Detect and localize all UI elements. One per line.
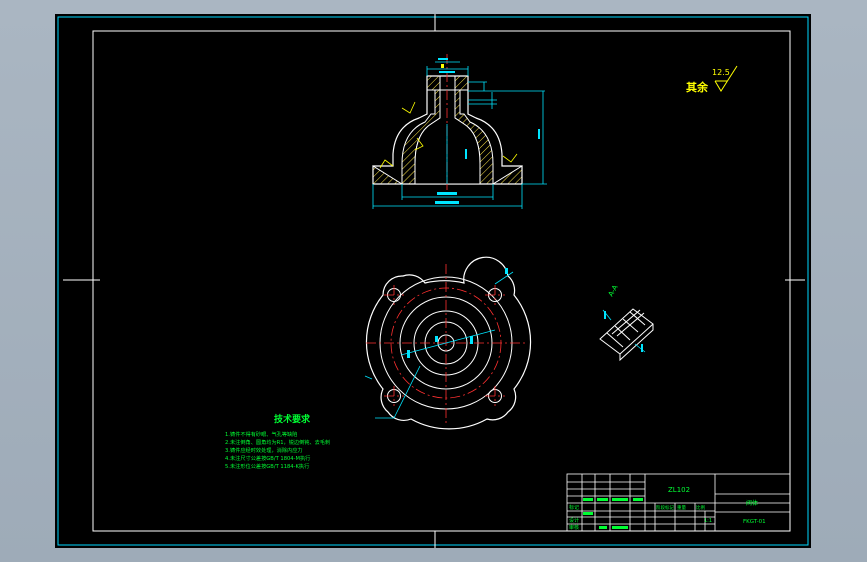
- notes-line-2: 2.未注倒角、圆角均为R1，锐边倒钝、去毛刺: [225, 438, 330, 446]
- notes-title: 技术要求: [274, 413, 311, 425]
- roughness-symbol: 其余 12.5: [686, 65, 738, 94]
- drawing-number: FKGT-01: [743, 519, 766, 525]
- notes-line-4: 4.未注尺寸公差按GB/T 1804-M执行: [225, 454, 310, 462]
- notes-line-3: 3.铸件应经时效处理，消除内应力: [225, 446, 303, 454]
- mid-label-weight: 重量: [677, 504, 686, 511]
- material-label: ZL102: [668, 486, 690, 494]
- roughness-label: 其余: [686, 80, 709, 94]
- section-detail-view[interactable]: A-A: [599, 284, 654, 362]
- roughness-value: 12.5: [712, 68, 730, 77]
- front-section-view[interactable]: [372, 54, 547, 209]
- drawing-canvas[interactable]: A-A 其余 12.5 技术要求 1.铸件不得有砂眼、气孔等缺陷 2.未注倒角、…: [55, 14, 811, 548]
- technical-notes: 技术要求 1.铸件不得有砂眼、气孔等缺陷 2.未注倒角、圆角均为R1，锐边倒钝、…: [225, 413, 330, 470]
- section-label: A-A: [607, 284, 620, 298]
- top-view[interactable]: [364, 256, 532, 430]
- mid-label-stage: 阶段标记: [656, 504, 674, 511]
- row-label-design: 设计: [569, 517, 579, 524]
- notes-line-5: 5.未注形位公差按GB/T 1184-K执行: [225, 462, 309, 470]
- mid-label-scale: 比例: [696, 504, 705, 511]
- scale-value: 1:1: [704, 518, 712, 524]
- cad-model-space[interactable]: A-A 其余 12.5 技术要求 1.铸件不得有砂眼、气孔等缺陷 2.未注倒角、…: [55, 14, 811, 548]
- notes-line-1: 1.铸件不得有砂眼、气孔等缺陷: [225, 430, 297, 438]
- row-label-mark: 标记: [569, 504, 579, 511]
- row-label-review: 审核: [569, 524, 579, 531]
- part-name: 阀体: [746, 499, 758, 507]
